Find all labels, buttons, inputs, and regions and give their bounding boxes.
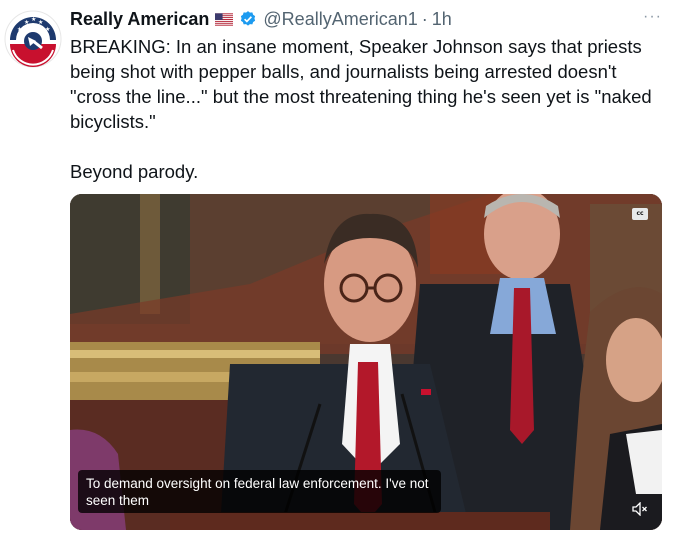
speaker-muted-icon[interactable] (632, 502, 648, 516)
more-options-icon[interactable]: ··· (643, 8, 662, 26)
video-player[interactable]: cc To demand oversight on federal law en… (70, 194, 662, 530)
tweet-text: BREAKING: In an insane moment, Speaker J… (70, 36, 652, 182)
svg-text:★: ★ (24, 19, 29, 26)
captions-button[interactable]: cc (632, 208, 648, 220)
svg-text:★: ★ (31, 16, 36, 23)
svg-text:★: ★ (45, 26, 50, 33)
us-flag-icon (215, 12, 234, 26)
tweet-header: Really American @ReallyAmerican1 · 1h (70, 8, 680, 30)
video-caption: To demand oversight on federal law enfor… (78, 470, 441, 513)
avatar[interactable]: ★★ ★ ★ ★ (4, 10, 62, 68)
svg-text:★: ★ (17, 26, 22, 33)
svg-text:★: ★ (38, 19, 43, 26)
timestamp[interactable]: 1h (432, 8, 452, 30)
separator-dot: · (421, 9, 428, 29)
verified-badge-icon[interactable] (239, 10, 257, 28)
author-handle[interactable]: @ReallyAmerican1 (263, 8, 417, 30)
author-name[interactable]: Really American (70, 8, 209, 30)
